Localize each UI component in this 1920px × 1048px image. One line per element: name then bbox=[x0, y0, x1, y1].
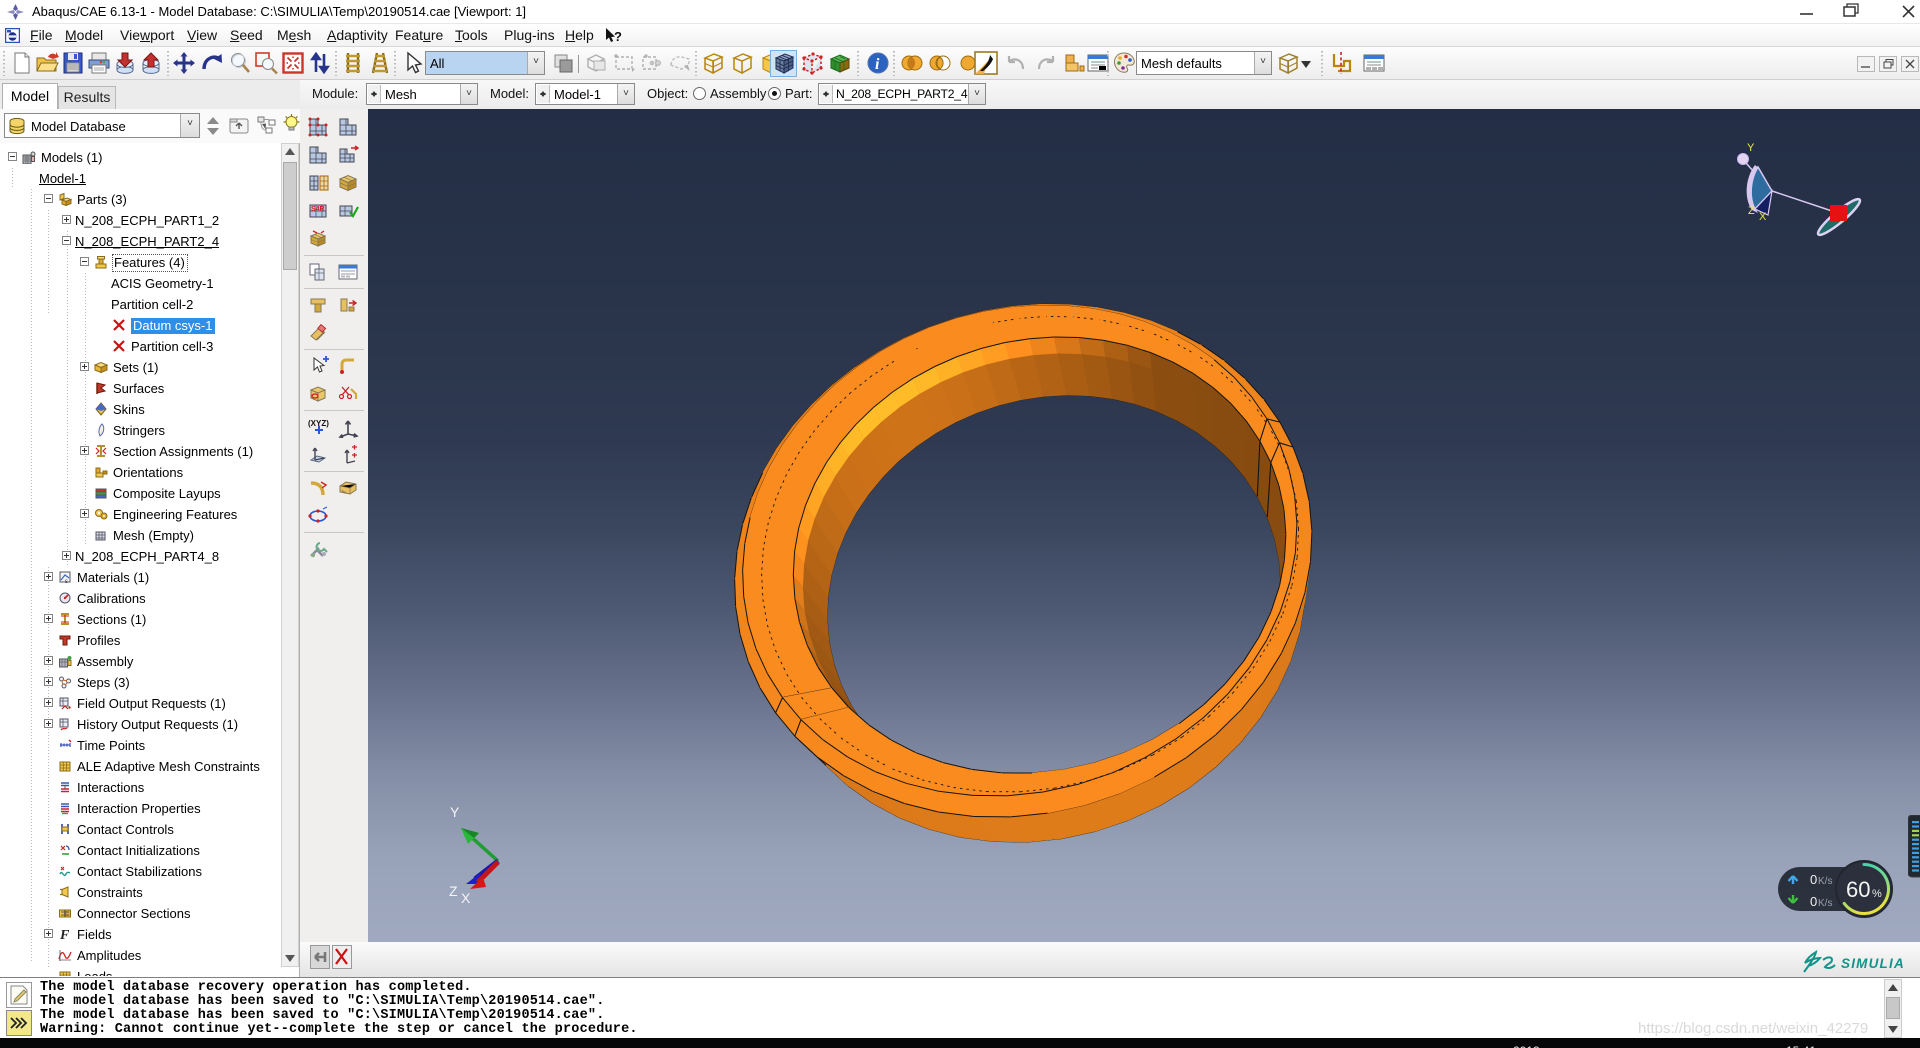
svg-text:0: 0 bbox=[1810, 894, 1817, 909]
svg-text:Y: Y bbox=[1747, 142, 1755, 154]
svg-text:ε: ε bbox=[65, 579, 68, 584]
svg-text:X: X bbox=[1759, 211, 1767, 223]
svg-text:K/s: K/s bbox=[1818, 876, 1832, 887]
svg-text:%: % bbox=[1872, 888, 1882, 900]
svg-text:SIMULIA: SIMULIA bbox=[1841, 956, 1905, 971]
svg-text:S4R: S4R bbox=[311, 206, 325, 213]
svg-text:Y: Y bbox=[450, 804, 460, 820]
svg-text:X: X bbox=[461, 890, 471, 906]
svg-text:0: 0 bbox=[1810, 872, 1817, 887]
svg-text:F: F bbox=[59, 928, 70, 941]
svg-text:Z: Z bbox=[1748, 205, 1755, 217]
svg-text:?: ? bbox=[614, 29, 622, 44]
svg-text:K/s: K/s bbox=[1818, 898, 1832, 909]
svg-text:Z: Z bbox=[449, 883, 458, 899]
svg-text:60: 60 bbox=[1846, 877, 1870, 902]
svg-text:i: i bbox=[875, 56, 880, 73]
